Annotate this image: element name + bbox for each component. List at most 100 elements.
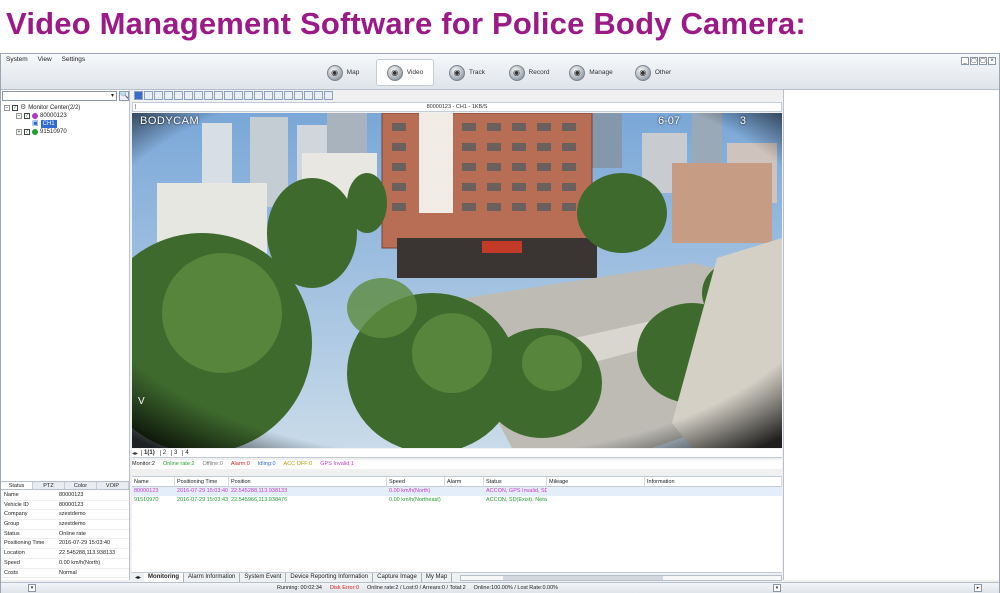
scrollbar-thumb[interactable] xyxy=(503,575,664,580)
prop-row: Positioning Time 2016-07-29 15:03:40 xyxy=(1,539,129,550)
layout-25-icon[interactable] xyxy=(214,91,223,100)
page-tab-4[interactable]: 4 xyxy=(182,450,190,456)
mute-icon[interactable] xyxy=(284,91,293,100)
menu-settings[interactable]: Settings xyxy=(62,56,86,63)
record-toggle-icon[interactable] xyxy=(274,91,283,100)
tab-status[interactable]: Status xyxy=(1,482,33,489)
camera-icon: ▣ xyxy=(32,120,39,127)
window-list-icon[interactable] xyxy=(254,91,263,100)
stop-icon[interactable] xyxy=(314,91,323,100)
right-panel xyxy=(783,90,999,580)
nav-tab-map[interactable]: ◉ Map xyxy=(314,59,372,86)
tab-my-map[interactable]: My Map xyxy=(422,573,453,582)
collapse-bottom-icon[interactable]: ▾ xyxy=(773,584,781,592)
nav-tab-record[interactable]: ◉ Record xyxy=(500,59,558,86)
tab-color[interactable]: Color xyxy=(65,482,97,489)
status-acc: ACC OFF:0 xyxy=(283,461,313,467)
status-monitor: Monitor:2 xyxy=(132,461,155,467)
col-status[interactable]: Status xyxy=(484,477,547,487)
layout-13-icon[interactable] xyxy=(194,91,203,100)
layout-6-icon[interactable] xyxy=(154,91,163,100)
menu-system[interactable]: System xyxy=(6,56,28,63)
page-tab-3[interactable]: 3 xyxy=(171,450,179,456)
layout-8-icon[interactable] xyxy=(164,91,173,100)
tab-device-reporting[interactable]: Device Reporting Information xyxy=(286,573,374,582)
page-tab-1[interactable]: 1(1) xyxy=(141,450,157,456)
fullscreen-icon[interactable] xyxy=(224,91,233,100)
col-name[interactable]: Name xyxy=(132,477,175,487)
table-horizontal-scrollbar[interactable] xyxy=(460,574,782,581)
layout-9-icon[interactable] xyxy=(174,91,183,100)
nav-tab-other[interactable]: ◉ Other xyxy=(624,59,682,86)
running-time: Running: 00:02:34 xyxy=(277,585,322,591)
checkbox-icon[interactable]: ✓ xyxy=(24,113,30,119)
collapse-left-icon[interactable]: ▾ xyxy=(28,584,36,592)
tab-system-event[interactable]: System Event xyxy=(240,573,287,582)
col-position[interactable]: Position xyxy=(229,477,387,487)
expand-icon[interactable]: + xyxy=(16,129,22,135)
prop-row: Costs Normal xyxy=(1,569,129,579)
tree-node-device2[interactable]: + ✓ 91510970 xyxy=(4,128,80,136)
stop-all-icon[interactable] xyxy=(234,91,243,100)
tree-node-channel[interactable]: ▣ CH1 xyxy=(4,120,80,128)
tab-capture-image[interactable]: Capture Image xyxy=(373,573,422,582)
top-bar: System View Settings _ ▢ ▢ × ◉ Map ◉ Vid… xyxy=(1,54,999,90)
other-icon: ◉ xyxy=(634,64,651,81)
tree-node-root[interactable]: − ✓ ⚙ Monitor Center(2/2) xyxy=(4,104,80,112)
table-row[interactable]: 91510970 2016-07-29 15:03:43 22.545966,1… xyxy=(132,496,782,505)
layout-1-icon[interactable] xyxy=(134,91,143,100)
device-panel: ▾ 🔍 − ✓ ⚙ Monitor Center(2/2) − ✓ 800001… xyxy=(1,90,130,580)
page-tab-2[interactable]: 2 xyxy=(159,450,168,456)
col-information[interactable]: Information xyxy=(645,477,782,487)
checkbox-icon[interactable]: ✓ xyxy=(24,129,30,135)
talk-icon[interactable] xyxy=(294,91,303,100)
page-nav-arrows-icon[interactable]: ◂▸ xyxy=(132,450,138,457)
tab-monitoring[interactable]: Monitoring xyxy=(144,573,185,582)
prop-row: Company szestdemo xyxy=(1,510,129,521)
close-button[interactable]: × xyxy=(988,57,996,65)
tab-ptz[interactable]: PTZ xyxy=(33,482,65,489)
video-view[interactable]: BODYCAM 6-07 3 V xyxy=(132,113,782,448)
restore-button[interactable]: ▢ xyxy=(970,57,978,65)
maximize-button[interactable]: ▢ xyxy=(979,57,987,65)
capture-icon[interactable] xyxy=(264,91,273,100)
disk-error: Disk Error:0 xyxy=(329,585,359,591)
nav-tab-track[interactable]: ◉ Track xyxy=(438,59,496,86)
checkbox-icon[interactable]: ✓ xyxy=(12,105,18,111)
nav-tab-manage[interactable]: ◉ Manage xyxy=(562,59,620,86)
layout-16-icon[interactable] xyxy=(204,91,213,100)
col-positioning-time[interactable]: Positioning Time xyxy=(175,477,229,487)
status-idling: Idling:0 xyxy=(257,461,276,467)
osd-time-label: 3 xyxy=(739,115,746,127)
collapse-icon[interactable]: − xyxy=(16,113,22,119)
device-search: ▾ 🔍 xyxy=(2,91,129,101)
camera-frame xyxy=(132,113,782,448)
video-toolbar xyxy=(134,91,384,101)
tree-node-device1[interactable]: − ✓ 80000123 xyxy=(4,112,80,120)
window-controls: _ ▢ ▢ × xyxy=(961,57,996,65)
layout-10-icon[interactable] xyxy=(184,91,193,100)
settings-icon[interactable] xyxy=(324,91,333,100)
prop-row: Group szestdemo xyxy=(1,520,129,530)
layout-4-icon[interactable] xyxy=(144,91,153,100)
device-filter-select[interactable]: ▾ xyxy=(2,91,117,101)
nav-tab-video[interactable]: ◉ Video xyxy=(376,59,434,86)
collapse-icon[interactable]: − xyxy=(4,105,10,111)
play-icon[interactable] xyxy=(304,91,313,100)
col-mileage[interactable]: Mileage xyxy=(547,477,645,487)
screen-mode-icon[interactable] xyxy=(244,91,253,100)
col-alarm[interactable]: Alarm xyxy=(445,477,484,487)
device-status-icon xyxy=(32,129,38,135)
table-row[interactable]: 80000123 2016-07-29 15:03:40 22.545288,1… xyxy=(132,487,782,496)
device-tree: − ✓ ⚙ Monitor Center(2/2) − ✓ 80000123 ▣… xyxy=(4,104,80,136)
track-icon: ◉ xyxy=(448,64,465,81)
search-icon[interactable]: 🔍 xyxy=(119,91,129,101)
menu-view[interactable]: View xyxy=(38,56,52,63)
minimize-button[interactable]: _ xyxy=(961,57,969,65)
property-list: Name 80000123 Vehicle ID 80000123 Company s… xyxy=(1,491,129,579)
tab-alarm-information[interactable]: Alarm Information xyxy=(184,573,241,582)
tab-voip[interactable]: VOIP xyxy=(97,482,129,489)
col-speed[interactable]: Speed xyxy=(387,477,445,487)
tab-scroll-arrows-icon[interactable]: ◂▸ xyxy=(132,574,144,581)
collapse-right-icon[interactable]: ▸ xyxy=(974,584,982,592)
